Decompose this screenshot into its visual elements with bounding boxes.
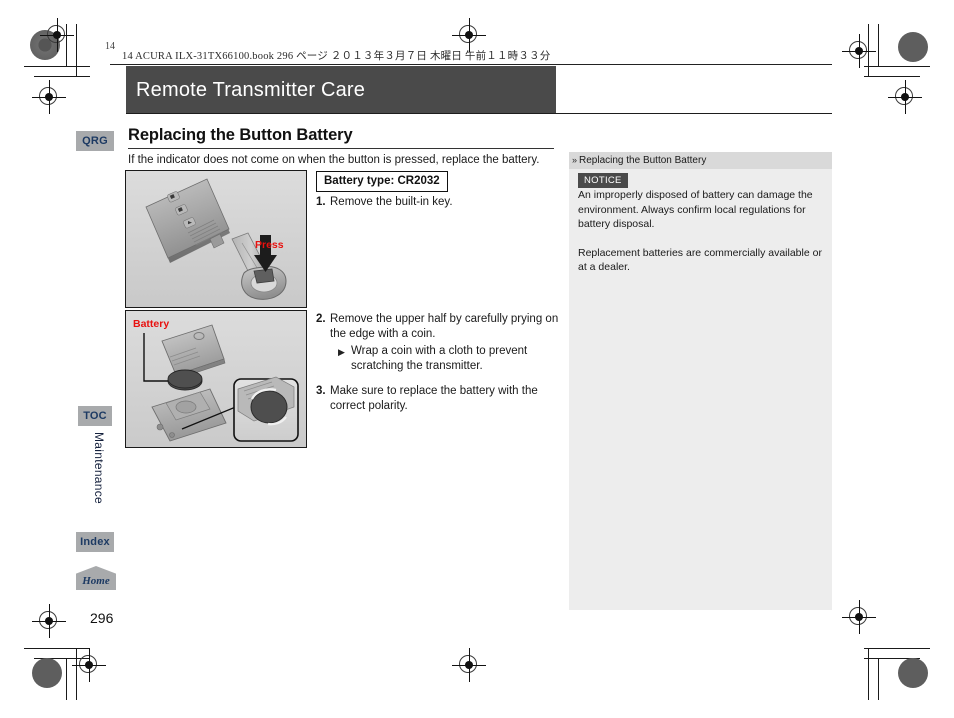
crop-mark-line [868, 648, 869, 700]
step-number: 2. [316, 312, 326, 325]
page-title: Remote Transmitter Care [136, 78, 366, 101]
list-item: 3. Make sure to replace the battery with… [316, 384, 560, 415]
sidebar-item-qrg[interactable]: QRG [76, 131, 114, 151]
magnified-inset [233, 376, 299, 442]
registration-mark [842, 600, 876, 634]
figure-remove-builtin-key: Press [125, 170, 307, 308]
print-meta-line: 14 ACURA ILX-31TX66100.book 296 ページ ２０１３… [122, 51, 551, 62]
density-patch [898, 658, 928, 688]
registration-mark [72, 648, 106, 682]
substep-text: Wrap a coin with a cloth to prevent scra… [351, 344, 528, 373]
crop-mark-line [864, 76, 920, 77]
step-text: Remove the built-in key. [330, 196, 453, 208]
crop-mark-line [864, 648, 930, 649]
registration-mark [842, 34, 876, 68]
crop-mark-line [864, 66, 930, 67]
heading-divider [128, 148, 554, 149]
crop-mark-line [76, 24, 77, 76]
registration-mark [452, 648, 486, 682]
page-number: 296 [90, 610, 114, 626]
registration-mark [32, 80, 66, 114]
figure-label-battery: Battery [133, 318, 170, 330]
registration-mark [888, 80, 922, 114]
double-chevron-right-icon: » [572, 155, 578, 165]
colorbar-number: 14 [105, 41, 115, 52]
intro-paragraph: If the indicator does not come on when t… [128, 154, 540, 166]
status-badge-notice: NOTICE [578, 173, 628, 188]
list-item: 1. Remove the built-in key. [316, 195, 560, 211]
triangle-right-icon: ▶ [338, 346, 345, 357]
crop-mark-line [24, 66, 90, 67]
step-number: 1. [316, 196, 326, 208]
registration-mark [452, 18, 486, 52]
step-number: 3. [316, 384, 326, 397]
sidebar-item-toc[interactable]: TOC [78, 406, 112, 426]
crop-mark-line [66, 658, 67, 700]
sidebar-chapter-label: Maintenance [92, 432, 106, 505]
info-paragraph: An improperly disposed of battery can da… [578, 189, 813, 230]
sidebar-item-home[interactable]: Home [76, 566, 116, 590]
figure-label-press: Press [255, 239, 284, 251]
figure-replace-battery: Battery [125, 310, 307, 448]
crop-mark-line [878, 658, 879, 700]
crop-mark-line [878, 24, 879, 66]
step-text: Remove the upper half by carefully pryin… [330, 312, 559, 341]
info-paragraph: Replacement batteries are commercially a… [578, 246, 822, 274]
page-title-bar: Remote Transmitter Care [126, 66, 556, 114]
registration-mark [40, 18, 74, 52]
crop-mark-line [34, 76, 90, 77]
crop-mark-line [24, 648, 90, 649]
meta-divider [110, 64, 832, 65]
battery-type-callout: Battery type: CR2032 [316, 171, 448, 192]
sidebar-item-index[interactable]: Index [76, 532, 114, 552]
title-underline [126, 113, 832, 114]
section-heading: Replacing the Button Battery [128, 126, 353, 144]
info-panel-body: An improperly disposed of battery can da… [578, 188, 822, 289]
info-panel-title: Replacing the Button Battery [579, 155, 707, 166]
list-item: 2. Remove the upper half by carefully pr… [316, 312, 560, 375]
info-panel-header: » Replacing the Button Battery [569, 152, 832, 169]
battery-illustration [126, 311, 306, 447]
instruction-steps: 1. Remove the built-in key. 2. Remove th… [316, 195, 560, 424]
home-label: Home [82, 575, 110, 587]
density-patch [32, 658, 62, 688]
density-patch [898, 32, 928, 62]
sub-list-item: ▶ Wrap a coin with a cloth to prevent sc… [330, 344, 560, 375]
registration-mark [32, 604, 66, 638]
step-text: Make sure to replace the battery with th… [330, 384, 538, 413]
